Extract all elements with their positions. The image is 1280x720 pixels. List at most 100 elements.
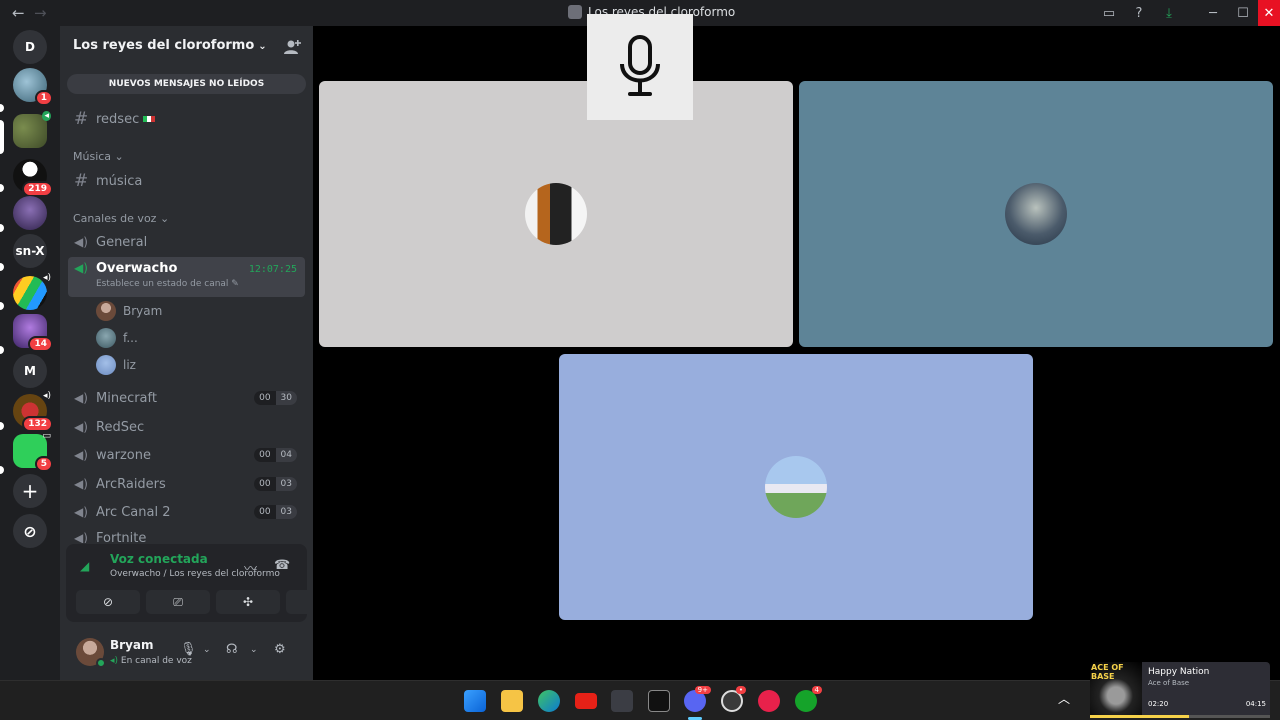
server-icon-4[interactable] bbox=[13, 196, 47, 230]
participant-tile-liz[interactable] bbox=[559, 354, 1033, 620]
speaker-icon: ◀) bbox=[74, 448, 88, 462]
edge-icon[interactable] bbox=[538, 690, 560, 712]
unread-indicator bbox=[0, 302, 4, 310]
voice-channel-fortnite[interactable]: ◀) Fortnite bbox=[68, 527, 305, 543]
close-icon[interactable]: ✕ bbox=[1258, 0, 1280, 26]
youtube-icon[interactable] bbox=[575, 693, 597, 709]
voice-status[interactable]: Voz conectada bbox=[110, 552, 208, 566]
voice-channel-warzone[interactable]: ◀) warzone 00 04 bbox=[68, 442, 305, 468]
noise-suppression-icon[interactable]: 〰 bbox=[244, 558, 257, 577]
media-player-icon[interactable] bbox=[758, 690, 780, 712]
compass-icon: ⊘ bbox=[13, 514, 47, 548]
now-playing-widget[interactable]: ACE OF BASE Happy Nation Ace of Base 02:… bbox=[1090, 662, 1270, 718]
voice-channel-general[interactable]: ◀) General bbox=[68, 229, 305, 255]
user-count: 00 30 bbox=[254, 391, 297, 405]
activities-button[interactable]: ✣ bbox=[216, 590, 280, 614]
file-explorer-icon[interactable] bbox=[501, 690, 523, 712]
server-rail: D 1 ◂ 219 sn-X ◂) 14 M ◂) 132 ▭ 5 + ⊘ bbox=[0, 26, 60, 680]
speaker-icon: ◀) bbox=[74, 505, 88, 519]
server-icon-9[interactable]: ◂) 132 bbox=[13, 391, 53, 432]
screen-share-icon: ⎚ bbox=[173, 594, 183, 609]
maximize-icon[interactable]: ☐ bbox=[1228, 0, 1258, 26]
server-icon-m[interactable]: M bbox=[13, 354, 47, 388]
camera-off-button[interactable]: ⊘ bbox=[76, 590, 140, 614]
windows-taskbar: 9+ • 4 bbox=[0, 680, 1280, 720]
server-icon-snx[interactable]: sn-X bbox=[13, 234, 47, 268]
chevron-down-icon[interactable]: ⌄ bbox=[250, 645, 258, 655]
category-musica[interactable]: Música ⌄ bbox=[73, 150, 124, 163]
unread-indicator bbox=[0, 104, 4, 112]
username[interactable]: Bryam bbox=[110, 638, 154, 652]
discover-button[interactable]: ⊘ bbox=[13, 514, 47, 548]
discord-home-button[interactable]: D bbox=[13, 30, 47, 64]
add-member-icon[interactable] bbox=[283, 38, 301, 56]
channel-status[interactable]: Establece un estado de canal ✎ bbox=[96, 279, 239, 289]
voice-channel-arcraiders[interactable]: ◀) ArcRaiders 00 03 bbox=[68, 471, 305, 497]
discord-taskbar-icon[interactable]: 9+ bbox=[684, 686, 711, 712]
voice-member[interactable]: Bryam bbox=[96, 301, 162, 321]
duration: 04:15 bbox=[1245, 700, 1266, 708]
unread-messages-banner[interactable]: NUEVOS MENSAJES NO LEÍDOS bbox=[67, 74, 306, 94]
disconnect-icon[interactable]: ☎ bbox=[274, 558, 290, 573]
notification-badge: 9+ bbox=[694, 686, 711, 694]
forward-arrow-icon[interactable]: → bbox=[34, 4, 47, 22]
mention-badge: 1 bbox=[34, 90, 53, 106]
server-icon-2[interactable]: ◂ bbox=[13, 111, 51, 148]
voice-member[interactable]: liz bbox=[96, 355, 136, 375]
minimize-icon[interactable]: ─ bbox=[1198, 0, 1228, 26]
xbox-icon[interactable]: 4 bbox=[795, 686, 822, 712]
voice-channel-arc-canal-2[interactable]: ◀) Arc Canal 2 00 03 bbox=[68, 499, 305, 525]
channel-redsec[interactable]: # redsec bbox=[68, 106, 305, 132]
progress-bar[interactable] bbox=[1090, 715, 1270, 718]
server-header[interactable]: Los reyes del cloroformo ⌄ bbox=[60, 26, 313, 68]
server-icon-3[interactable]: 219 bbox=[13, 159, 53, 197]
speaker-icon: ◂ bbox=[42, 111, 51, 121]
unread-indicator bbox=[0, 263, 4, 271]
microphone-icon[interactable]: 🎙 bbox=[180, 642, 197, 657]
tray-chevron-up-icon[interactable]: ︿ bbox=[1058, 690, 1070, 707]
channel-timer: 12:07:25 bbox=[248, 264, 297, 275]
signal-icon[interactable]: ◢ bbox=[80, 559, 89, 573]
voice-member[interactable]: f... bbox=[96, 328, 138, 348]
davinci-icon[interactable] bbox=[611, 690, 633, 712]
download-icon[interactable]: ⤓ bbox=[1154, 0, 1184, 26]
mention-badge: 5 bbox=[34, 456, 53, 472]
voice-channel-redsec[interactable]: ◀) RedSec bbox=[68, 414, 305, 440]
avatar bbox=[96, 355, 116, 375]
server-icon-1[interactable]: 1 bbox=[13, 68, 53, 106]
share-screen-button[interactable]: ⎚ bbox=[146, 590, 210, 614]
flag-icon bbox=[143, 116, 156, 122]
server-icon-6[interactable]: ◂) bbox=[13, 273, 51, 310]
add-server-button[interactable]: + bbox=[13, 474, 47, 508]
start-icon[interactable] bbox=[464, 690, 486, 712]
unread-indicator bbox=[0, 184, 4, 192]
back-arrow-icon[interactable]: ← bbox=[12, 4, 25, 22]
app-icon[interactable]: • bbox=[721, 686, 746, 712]
channel-musica[interactable]: # música bbox=[68, 168, 305, 194]
headphones-icon[interactable]: ☊ bbox=[226, 642, 238, 657]
notion-icon[interactable] bbox=[648, 690, 670, 712]
hashtag-icon: # bbox=[74, 109, 89, 129]
current-time: 02:20 bbox=[1148, 700, 1169, 708]
camera-off-icon: ⊘ bbox=[102, 595, 114, 609]
chevron-down-icon[interactable]: ⌄ bbox=[203, 645, 211, 655]
gear-icon[interactable]: ⚙ bbox=[274, 642, 286, 657]
voice-channel-overwacho[interactable]: ◀) Overwacho 12:07:25 Establece un estad… bbox=[68, 257, 305, 297]
unread-indicator bbox=[0, 466, 4, 474]
server-icon-7[interactable]: 14 bbox=[13, 314, 53, 352]
window-controls: ▭ ? ⤓ ─ ☐ ✕ bbox=[1094, 0, 1280, 26]
participant-avatar bbox=[525, 183, 587, 245]
plus-icon: + bbox=[13, 474, 47, 508]
server-icon-10[interactable]: ▭ 5 bbox=[13, 431, 53, 472]
song-artist: Ace of Base bbox=[1148, 679, 1190, 687]
participant-tile-2[interactable] bbox=[799, 81, 1273, 347]
selected-indicator bbox=[0, 120, 4, 154]
category-canales-de-voz[interactable]: Canales de voz ⌄ bbox=[73, 212, 169, 225]
mic-overlay bbox=[587, 14, 693, 120]
voice-channel-minecraft[interactable]: ◀) Minecraft 00 30 bbox=[68, 385, 305, 411]
participant-tile-bryam[interactable] bbox=[319, 81, 793, 347]
inbox-icon[interactable]: ▭ bbox=[1094, 0, 1124, 26]
speaker-icon: ◀) bbox=[74, 531, 88, 543]
avatar bbox=[96, 328, 116, 348]
help-icon[interactable]: ? bbox=[1124, 0, 1154, 26]
